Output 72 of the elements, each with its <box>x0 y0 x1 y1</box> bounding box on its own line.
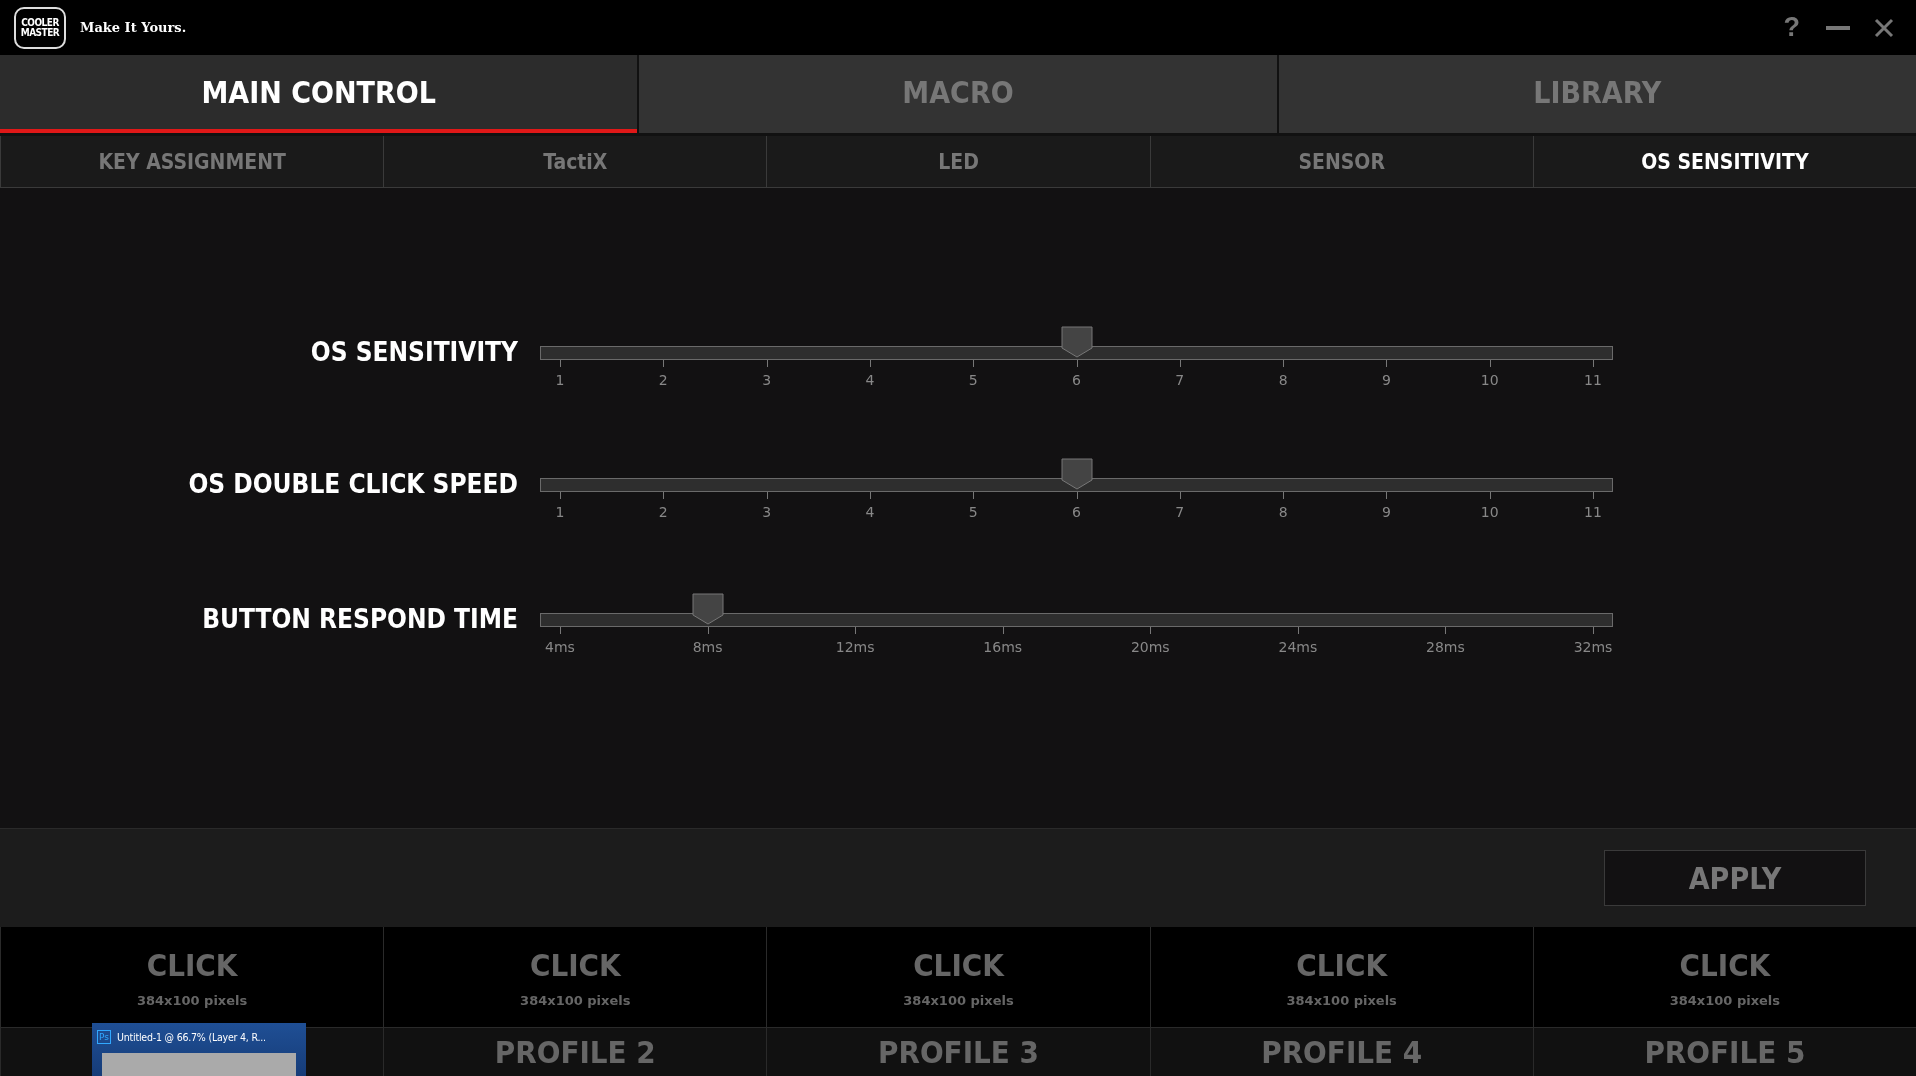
sub-tab[interactable]: KEY ASSIGNMENT <box>0 136 384 187</box>
tick-label: 24ms <box>1278 639 1318 655</box>
tick-label: 9 <box>1381 372 1391 388</box>
image-size-text: 384x100 pixels <box>1286 992 1397 1008</box>
window-thumbnail[interactable] <box>102 1053 296 1076</box>
tick-label: 5 <box>968 504 978 520</box>
image-size-text: 384x100 pixels <box>520 992 631 1008</box>
tick-label: 3 <box>762 372 772 388</box>
tick-label: 7 <box>1175 372 1185 388</box>
setting-label: OS DOUBLE CLICK SPEED <box>187 468 518 500</box>
tick-label: 8 <box>1278 372 1288 388</box>
tick-label: 6 <box>1072 372 1081 388</box>
profile-title: CLICK <box>1296 946 1388 983</box>
main-tab[interactable]: LIBRARY <box>1278 55 1916 133</box>
profile-title: CLICK <box>529 946 621 983</box>
tick-label: 4ms <box>545 639 575 655</box>
tick-label: 3 <box>762 504 772 520</box>
tick-label: 11 <box>1584 372 1602 388</box>
sub-tab[interactable]: LED <box>766 136 1150 187</box>
tick-label: 10 <box>1480 504 1499 520</box>
profile-tile[interactable]: CLICK 384x100 pixels <box>767 927 1150 1027</box>
image-size-text: 384x100 pixels <box>903 992 1014 1008</box>
brand-logo: COOLER MASTER <box>14 6 66 49</box>
help-button[interactable]: ? <box>1783 12 1800 43</box>
sub-tab[interactable]: TactiX <box>383 136 767 187</box>
tick-label: 16ms <box>983 639 1023 655</box>
tick-label: 5 <box>968 372 978 388</box>
tick-label: 8ms <box>692 639 723 655</box>
tick-label: 28ms <box>1426 639 1465 655</box>
slider-track[interactable] <box>540 613 1613 627</box>
apply-button[interactable]: APPLY <box>1604 850 1866 906</box>
tick-label: 8 <box>1278 504 1288 520</box>
tick-label: 4 <box>865 372 875 388</box>
tick-label: 1 <box>555 504 565 520</box>
tick-label: 1 <box>555 372 565 388</box>
tagline: Make It Yours. <box>80 20 187 35</box>
slider-track[interactable] <box>540 346 1613 360</box>
profile-tile[interactable]: CLICK 384x100 pixels <box>384 927 767 1027</box>
tick-label: 10 <box>1480 372 1499 388</box>
profile-name[interactable]: PROFILE 2 <box>494 1034 656 1070</box>
setting-label: BUTTON RESPOND TIME <box>201 603 518 635</box>
tick-label: 11 <box>1584 504 1602 520</box>
tick-label: 12ms <box>835 639 875 655</box>
sub-tab[interactable]: OS SENSITIVITY <box>1532 136 1916 187</box>
window-title: Untitled-1 @ 66.7% (Layer 4, R... <box>117 1031 266 1043</box>
tick-label: 4 <box>865 504 875 520</box>
tick-label: 32ms <box>1573 639 1613 655</box>
tick-label: 6 <box>1072 504 1081 520</box>
profile-tile[interactable]: CLICK 384x100 pixels <box>1 927 384 1027</box>
main-tab[interactable]: MACRO <box>639 55 1277 133</box>
minimize-icon[interactable] <box>1826 25 1850 30</box>
setting-label: OS SENSITIVITY <box>309 336 518 368</box>
tick-label: 7 <box>1175 504 1185 520</box>
profile-name[interactable]: PROFILE 5 <box>1644 1034 1806 1070</box>
image-size-text: 384x100 pixels <box>136 992 248 1008</box>
profile-tile[interactable]: CLICK 384x100 pixels <box>1533 927 1916 1027</box>
tick-label: 9 <box>1381 504 1391 520</box>
profile-tile[interactable]: CLICK 384x100 pixels <box>1150 927 1533 1027</box>
sub-tab[interactable]: SENSOR <box>1149 136 1533 187</box>
close-icon[interactable] <box>1874 17 1894 38</box>
profile-title: CLICK <box>913 946 1004 983</box>
profile-name[interactable]: PROFILE 4 <box>1261 1034 1423 1070</box>
slider-track[interactable] <box>540 478 1613 492</box>
tick-label: 2 <box>658 372 668 388</box>
main-tab[interactable]: MAIN CONTROL <box>0 55 638 133</box>
profile-title: CLICK <box>146 946 238 983</box>
tick-label: 20ms <box>1130 639 1170 655</box>
image-size-text: 384x100 pixels <box>1669 992 1781 1008</box>
profile-title: CLICK <box>1679 946 1771 983</box>
tick-label: 2 <box>658 504 668 520</box>
app-badge: Ps <box>97 1030 111 1044</box>
profile-name[interactable]: PROFILE 3 <box>878 1034 1039 1070</box>
